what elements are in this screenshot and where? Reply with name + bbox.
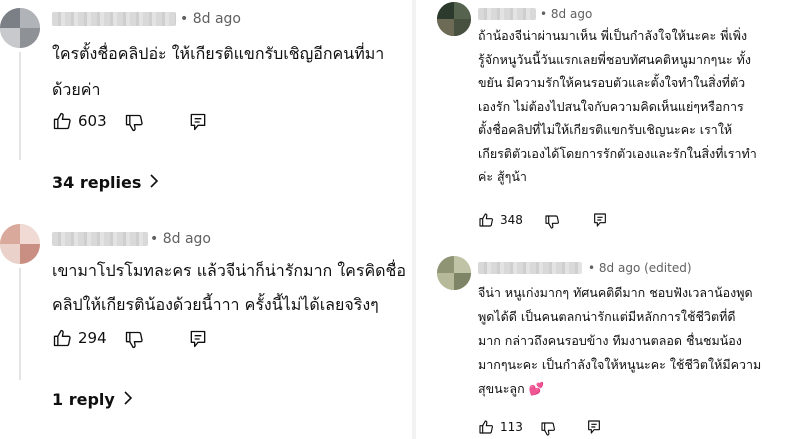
reply-button[interactable] [188,112,208,132]
left-comments-panel: • 8d ago ใครตั้งชื่อคลิปอ่ะ ให้เกียรติแข… [0,0,416,439]
comment-text: ถ้าน้องจีน่าผ่านมาเห็น พี่เป็นกำลังใจให้… [478,28,757,184]
username[interactable] [478,8,536,20]
dislike-button[interactable] [544,214,560,230]
avatar[interactable] [0,224,40,264]
separator-dot: • [540,7,551,21]
reply-icon [586,419,602,435]
right-comments-panel: • 8d ago ถ้าน้องจีน่าผ่านมาเห็น พี่เป็นก… [416,0,800,439]
reply-button[interactable] [188,329,208,349]
like-button[interactable]: 348 [478,212,523,228]
comment-text: ใครตั้งชื่อคลิปอ่ะ ให้เกียรติแขกรับเชิญอ… [52,44,385,99]
thumbs-down-icon [544,214,560,230]
thumbs-up-icon [478,419,494,435]
thumbs-down-icon [124,330,144,350]
chevron-right-icon [141,173,159,192]
comment-timestamp[interactable]: • 8d ago [180,11,241,27]
replies-count: 34 replies [52,173,142,192]
thumbs-down-icon [124,113,144,133]
replies-count: 1 reply [52,390,115,409]
separator-dot: • [180,11,193,27]
separator-dot: • [588,261,599,275]
avatar[interactable] [0,8,40,48]
thumbs-up-icon [52,328,72,348]
comment-text: เขามาโปรโมทละคร แล้วจีน่าก็น่ารักมาก ใคร… [52,261,406,314]
like-button[interactable]: 294 [52,328,107,348]
reply-icon [188,112,208,132]
view-replies-button[interactable]: 34 replies [52,173,159,192]
separator-dot: • [150,231,163,247]
like-count: 113 [500,420,523,434]
dislike-button[interactable] [540,421,556,437]
username[interactable] [52,12,176,26]
dislike-button[interactable] [124,113,144,133]
like-button[interactable]: 113 [478,419,523,435]
comment-text: จีน่า หนูเก่งมากๆ ทัศนคติดีมาก ชอบฟังเวล… [478,285,762,396]
username[interactable] [478,262,582,274]
dislike-button[interactable] [124,330,144,350]
reply-thread-line [19,268,21,380]
reply-icon [592,212,608,228]
reply-button[interactable] [586,419,602,435]
comment-timestamp[interactable]: • 8d ago (edited) [588,261,692,275]
avatar[interactable] [437,256,471,290]
like-count: 603 [78,112,107,130]
comment-timestamp[interactable]: • 8d ago [150,231,211,247]
reply-button[interactable] [592,212,608,228]
comment-timestamp[interactable]: • 8d ago [540,7,592,21]
like-count: 348 [500,213,523,227]
view-replies-button[interactable]: 1 reply [52,390,133,409]
username[interactable] [52,232,148,246]
chevron-right-icon [115,390,133,409]
reply-thread-line [19,52,21,160]
avatar[interactable] [437,2,471,36]
reply-icon [188,329,208,349]
like-count: 294 [78,329,107,347]
thumbs-up-icon [478,212,494,228]
thumbs-down-icon [540,421,556,437]
like-button[interactable]: 603 [52,111,107,131]
thumbs-up-icon [52,111,72,131]
